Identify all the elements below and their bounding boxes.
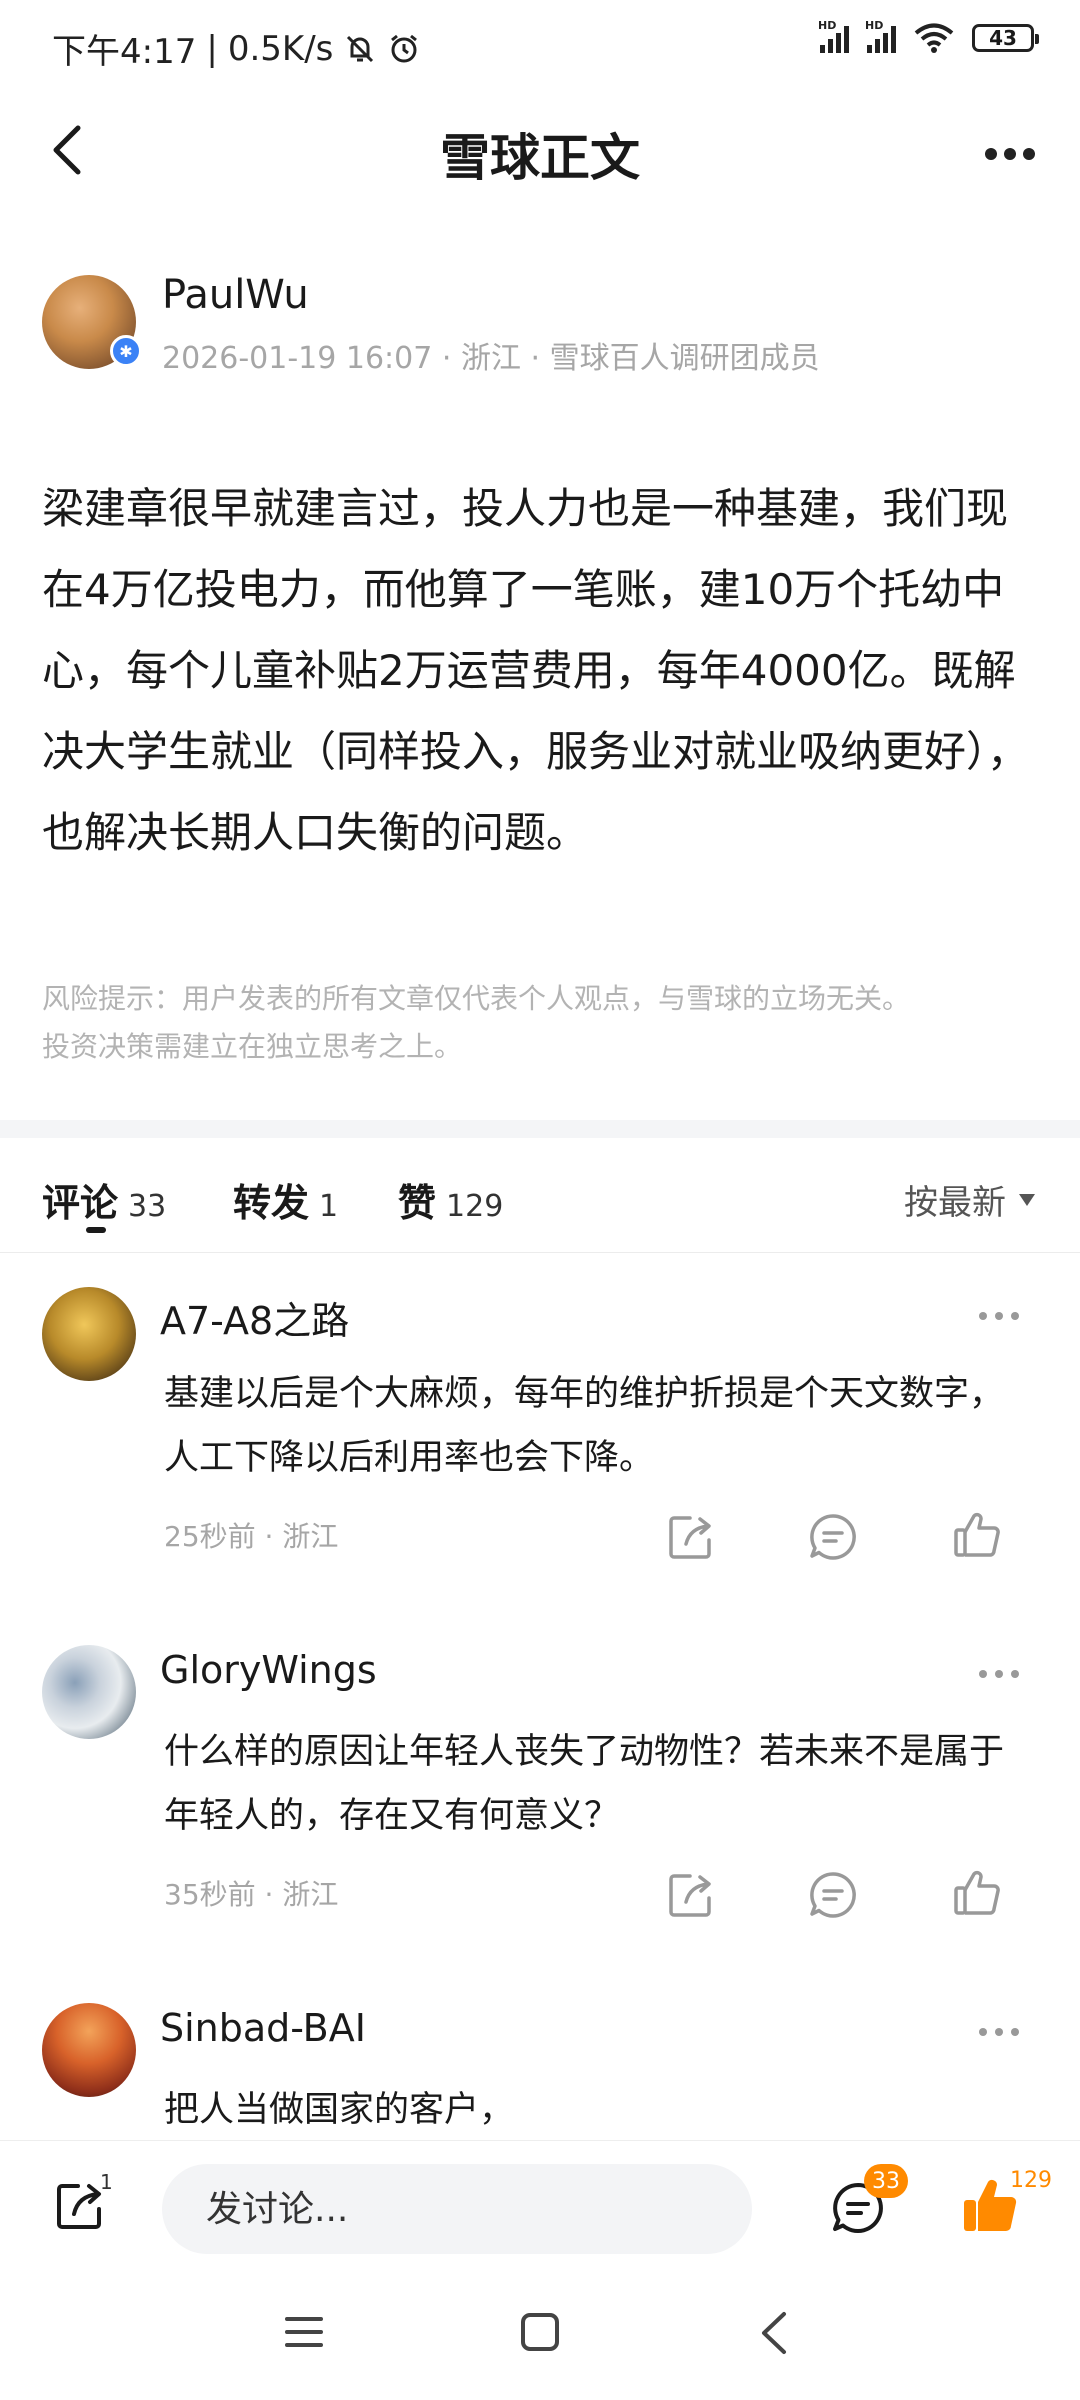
mute-bell-icon [347,35,374,62]
wifi-icon [914,23,954,53]
signal-hd-label-2: HD [865,19,884,32]
signal-icon-2: HD [865,19,896,53]
comment-location: 浙江 [282,1878,339,1911]
more-options-button[interactable] [984,130,1036,161]
status-separator: | [206,28,218,69]
comment-text: 基建以后是个大麻烦，每年的维护折损是个天文数字，人工下降以后利用率也会下降。 [164,1374,1005,1478]
verified-badge-icon: ✱ [110,335,142,367]
author-badge: 雪球百人调研团成员 [549,341,820,376]
sort-label: 按最新 [904,1183,1006,1223]
author-meta: 2026-01-19 16:07 · 浙江 · 雪球百人调研团成员 [162,341,820,376]
comment-time: 35秒前 [164,1878,256,1911]
more-dots-icon [979,2028,1019,2036]
disclaimer-line-2: 投资决策需建立在独立思考之上。 [42,1030,463,1063]
comment-meta: 35秒前 · 浙江 [164,1878,339,1911]
more-dots-icon [985,148,1035,160]
triangle-down-icon [1019,1193,1035,1206]
comment-text: 把人当做国家的客户， [164,2090,515,2130]
disclaimer-line-1: 风险提示：用户发表的所有文章仅代表个人观点，与雪球的立场无关。 [42,982,911,1015]
comment-more-button[interactable] [978,2016,1020,2037]
section-divider [0,1120,1080,1138]
share-count: 1 [100,2170,113,2194]
comment-meta: 25秒前 · 浙江 [164,1520,339,1553]
page-title: 雪球正文 [440,129,640,187]
author-name[interactable]: PaulWu [162,272,309,318]
comment-count-badge: 33 [864,2164,908,2198]
menu-icon[interactable] [284,2314,324,2350]
battery-level: 43 [989,26,1017,50]
status-bar: 下午4:17 | 0.5K/s HD HD 43 [0,0,1080,92]
alarm-icon [391,34,418,62]
tab-reposts-count: 1 [319,1189,339,1224]
more-dots-icon [979,1670,1019,1678]
tab-comments[interactable]: 评论 33 [42,1172,166,1227]
comment-avatar[interactable] [42,1645,136,1739]
comment-author-name[interactable]: Sinbad-BAI [160,2006,366,2050]
comment-icon[interactable] [808,1512,858,1562]
tabs-divider [0,1252,1080,1253]
comment-input[interactable] [162,2164,752,2254]
tab-likes-count: 129 [446,1189,504,1224]
comment-time: 25秒前 [164,1520,256,1553]
comment-more-button[interactable] [978,1658,1020,1679]
share-icon[interactable] [666,1512,716,1562]
signal-hd-label: HD [818,19,837,32]
comment-author-name[interactable]: A7-A8之路 [160,1290,349,1345]
post-location: 浙江 [460,341,521,376]
tab-comments-label: 评论 [42,1181,119,1225]
comment-avatar[interactable] [42,2003,136,2097]
like-thumb-icon[interactable] [952,1510,1002,1560]
tab-likes[interactable]: 赞 129 [398,1172,503,1227]
comment-author-name[interactable]: GloryWings [160,1648,377,1692]
post-date: 2026-01-19 16:07 [162,341,433,376]
back-triangle-icon[interactable] [758,2310,788,2356]
tab-likes-label: 赞 [398,1181,437,1225]
signal-icon: HD [818,19,849,53]
article-body: 梁建章很早就建言过，投人力也是一种基建，我们现在4万亿投电力，而他算了一笔账，建… [42,484,1030,857]
status-right: HD HD 43 [818,19,1039,54]
status-time: 下午4:17 [52,32,197,72]
comment-more-button[interactable] [978,1300,1020,1321]
share-icon[interactable] [666,1870,716,1920]
comment-avatar[interactable] [42,1287,136,1381]
comment-text: 什么样的原因让年轻人丧失了动物性？若未来不是属于年轻人的，存在又有何意义？ [164,1732,1005,1836]
tab-comments-count: 33 [128,1189,167,1224]
like-thumb-icon[interactable] [952,1868,1002,1918]
home-square-icon[interactable] [520,2312,560,2352]
network-speed: 0.5K/s [227,28,334,69]
risk-disclaimer: 风险提示：用户发表的所有文章仅代表个人观点，与雪球的立场无关。 投资决策需建立在… [42,975,1042,1071]
more-dots-icon [979,1312,1019,1320]
comment-location: 浙江 [282,1520,339,1553]
status-left: 下午4:17 | 0.5K/s [52,24,421,73]
like-count: 129 [1010,2168,1052,2193]
battery-icon: 43 [972,24,1039,52]
tab-reposts[interactable]: 转发 1 [233,1172,338,1227]
tab-reposts-label: 转发 [233,1181,310,1225]
system-nav-bar [0,2270,1080,2400]
sort-dropdown[interactable]: 按最新 [904,1175,1036,1224]
active-tab-indicator [86,1227,106,1233]
comment-icon[interactable] [808,1870,858,1920]
